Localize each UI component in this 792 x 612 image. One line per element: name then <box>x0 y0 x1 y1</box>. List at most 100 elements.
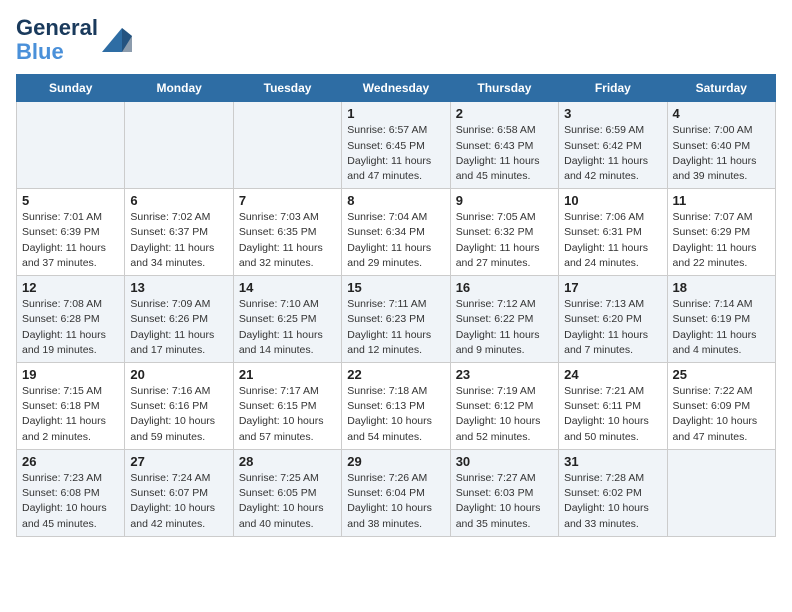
day-detail: Sunrise: 7:27 AMSunset: 6:03 PMDaylight:… <box>456 471 553 532</box>
calendar-cell: 31 Sunrise: 7:28 AMSunset: 6:02 PMDayligh… <box>559 449 667 536</box>
weekday-header-tuesday: Tuesday <box>233 75 341 102</box>
calendar-cell: 25 Sunrise: 7:22 AMSunset: 6:09 PMDayligh… <box>667 363 775 450</box>
day-detail: Sunrise: 7:28 AMSunset: 6:02 PMDaylight:… <box>564 471 661 532</box>
day-detail: Sunrise: 7:09 AMSunset: 6:26 PMDaylight:… <box>130 297 227 358</box>
calendar-week-row: 26Sunrise: 7:23 AMSunset: 6:08 PMDayligh… <box>17 449 776 536</box>
calendar-cell: 1 Sunrise: 6:57 AMSunset: 6:45 PMDaylight… <box>342 102 450 189</box>
day-number: 19 <box>22 367 119 382</box>
logo-text: GeneralBlue <box>16 16 98 64</box>
day-number: 15 <box>347 280 444 295</box>
day-detail: Sunrise: 7:17 AMSunset: 6:15 PMDaylight:… <box>239 384 336 445</box>
day-number: 4 <box>673 106 770 121</box>
day-detail: Sunrise: 6:58 AMSunset: 6:43 PMDaylight:… <box>456 123 553 184</box>
calendar-cell: 27 Sunrise: 7:24 AMSunset: 6:07 PMDayligh… <box>125 449 233 536</box>
calendar-week-row: 1 Sunrise: 6:57 AMSunset: 6:45 PMDaylight… <box>17 102 776 189</box>
day-detail: Sunrise: 7:16 AMSunset: 6:16 PMDaylight:… <box>130 384 227 445</box>
day-number: 22 <box>347 367 444 382</box>
calendar-cell: 24 Sunrise: 7:21 AMSunset: 6:11 PMDayligh… <box>559 363 667 450</box>
day-detail: Sunrise: 7:21 AMSunset: 6:11 PMDaylight:… <box>564 384 661 445</box>
day-detail: Sunrise: 7:22 AMSunset: 6:09 PMDaylight:… <box>673 384 770 445</box>
day-number: 9 <box>456 193 553 208</box>
day-detail: Sunrise: 7:15 AMSunset: 6:18 PMDaylight:… <box>22 384 119 445</box>
day-detail: Sunrise: 7:03 AMSunset: 6:35 PMDaylight:… <box>239 210 336 271</box>
calendar-cell: 30Sunrise: 7:27 AMSunset: 6:03 PMDayligh… <box>450 449 558 536</box>
calendar-cell: 15 Sunrise: 7:11 AMSunset: 6:23 PMDayligh… <box>342 276 450 363</box>
day-number: 29 <box>347 454 444 469</box>
calendar-cell <box>17 102 125 189</box>
calendar-cell: 28Sunrise: 7:25 AMSunset: 6:05 PMDayligh… <box>233 449 341 536</box>
calendar-cell: 21 Sunrise: 7:17 AMSunset: 6:15 PMDayligh… <box>233 363 341 450</box>
day-detail: Sunrise: 7:19 AMSunset: 6:12 PMDaylight:… <box>456 384 553 445</box>
calendar-cell: 23Sunrise: 7:19 AMSunset: 6:12 PMDayligh… <box>450 363 558 450</box>
weekday-header-friday: Friday <box>559 75 667 102</box>
day-detail: Sunrise: 6:57 AMSunset: 6:45 PMDaylight:… <box>347 123 444 184</box>
day-number: 1 <box>347 106 444 121</box>
calendar-cell <box>667 449 775 536</box>
calendar-cell: 20 Sunrise: 7:16 AMSunset: 6:16 PMDayligh… <box>125 363 233 450</box>
day-detail: Sunrise: 7:08 AMSunset: 6:28 PMDaylight:… <box>22 297 119 358</box>
day-number: 24 <box>564 367 661 382</box>
weekday-header-saturday: Saturday <box>667 75 775 102</box>
day-detail: Sunrise: 7:24 AMSunset: 6:07 PMDaylight:… <box>130 471 227 532</box>
calendar-week-row: 12 Sunrise: 7:08 AMSunset: 6:28 PMDayligh… <box>17 276 776 363</box>
calendar-cell: 5Sunrise: 7:01 AMSunset: 6:39 PMDaylight… <box>17 189 125 276</box>
calendar-table: SundayMondayTuesdayWednesdayThursdayFrid… <box>16 74 776 536</box>
day-detail: Sunrise: 7:23 AMSunset: 6:08 PMDaylight:… <box>22 471 119 532</box>
day-number: 21 <box>239 367 336 382</box>
weekday-header-monday: Monday <box>125 75 233 102</box>
day-number: 14 <box>239 280 336 295</box>
logo-icon <box>102 28 132 52</box>
day-detail: Sunrise: 7:05 AMSunset: 6:32 PMDaylight:… <box>456 210 553 271</box>
calendar-cell: 7 Sunrise: 7:03 AMSunset: 6:35 PMDaylight… <box>233 189 341 276</box>
day-detail: Sunrise: 7:26 AMSunset: 6:04 PMDaylight:… <box>347 471 444 532</box>
calendar-cell: 13 Sunrise: 7:09 AMSunset: 6:26 PMDayligh… <box>125 276 233 363</box>
logo: GeneralBlue <box>16 16 132 64</box>
day-number: 17 <box>564 280 661 295</box>
calendar-cell: 6Sunrise: 7:02 AMSunset: 6:37 PMDaylight… <box>125 189 233 276</box>
weekday-header-wednesday: Wednesday <box>342 75 450 102</box>
day-detail: Sunrise: 7:14 AMSunset: 6:19 PMDaylight:… <box>673 297 770 358</box>
calendar-cell: 18 Sunrise: 7:14 AMSunset: 6:19 PMDayligh… <box>667 276 775 363</box>
day-number: 3 <box>564 106 661 121</box>
day-number: 25 <box>673 367 770 382</box>
day-number: 7 <box>239 193 336 208</box>
day-detail: Sunrise: 7:10 AMSunset: 6:25 PMDaylight:… <box>239 297 336 358</box>
day-number: 2 <box>456 106 553 121</box>
calendar-cell: 9 Sunrise: 7:05 AMSunset: 6:32 PMDaylight… <box>450 189 558 276</box>
calendar-cell <box>233 102 341 189</box>
calendar-cell: 4 Sunrise: 7:00 AMSunset: 6:40 PMDaylight… <box>667 102 775 189</box>
day-detail: Sunrise: 7:25 AMSunset: 6:05 PMDaylight:… <box>239 471 336 532</box>
day-number: 6 <box>130 193 227 208</box>
day-number: 20 <box>130 367 227 382</box>
calendar-cell: 3 Sunrise: 6:59 AMSunset: 6:42 PMDaylight… <box>559 102 667 189</box>
calendar-cell: 26Sunrise: 7:23 AMSunset: 6:08 PMDayligh… <box>17 449 125 536</box>
calendar-cell: 11Sunrise: 7:07 AMSunset: 6:29 PMDayligh… <box>667 189 775 276</box>
day-number: 11 <box>673 193 770 208</box>
page-header: GeneralBlue <box>16 16 776 64</box>
day-number: 12 <box>22 280 119 295</box>
day-number: 16 <box>456 280 553 295</box>
day-number: 13 <box>130 280 227 295</box>
day-detail: Sunrise: 7:00 AMSunset: 6:40 PMDaylight:… <box>673 123 770 184</box>
day-detail: Sunrise: 7:12 AMSunset: 6:22 PMDaylight:… <box>456 297 553 358</box>
day-number: 10 <box>564 193 661 208</box>
calendar-cell: 19 Sunrise: 7:15 AMSunset: 6:18 PMDayligh… <box>17 363 125 450</box>
calendar-week-row: 19 Sunrise: 7:15 AMSunset: 6:18 PMDayligh… <box>17 363 776 450</box>
calendar-cell: 14 Sunrise: 7:10 AMSunset: 6:25 PMDayligh… <box>233 276 341 363</box>
weekday-header-sunday: Sunday <box>17 75 125 102</box>
day-number: 8 <box>347 193 444 208</box>
day-detail: Sunrise: 7:06 AMSunset: 6:31 PMDaylight:… <box>564 210 661 271</box>
calendar-cell: 2 Sunrise: 6:58 AMSunset: 6:43 PMDaylight… <box>450 102 558 189</box>
weekday-header-thursday: Thursday <box>450 75 558 102</box>
calendar-cell <box>125 102 233 189</box>
day-number: 27 <box>130 454 227 469</box>
calendar-cell: 8Sunrise: 7:04 AMSunset: 6:34 PMDaylight… <box>342 189 450 276</box>
day-detail: Sunrise: 6:59 AMSunset: 6:42 PMDaylight:… <box>564 123 661 184</box>
day-number: 31 <box>564 454 661 469</box>
day-number: 5 <box>22 193 119 208</box>
calendar-cell: 17Sunrise: 7:13 AMSunset: 6:20 PMDayligh… <box>559 276 667 363</box>
calendar-cell: 10 Sunrise: 7:06 AMSunset: 6:31 PMDayligh… <box>559 189 667 276</box>
day-number: 18 <box>673 280 770 295</box>
day-detail: Sunrise: 7:18 AMSunset: 6:13 PMDaylight:… <box>347 384 444 445</box>
day-detail: Sunrise: 7:11 AMSunset: 6:23 PMDaylight:… <box>347 297 444 358</box>
